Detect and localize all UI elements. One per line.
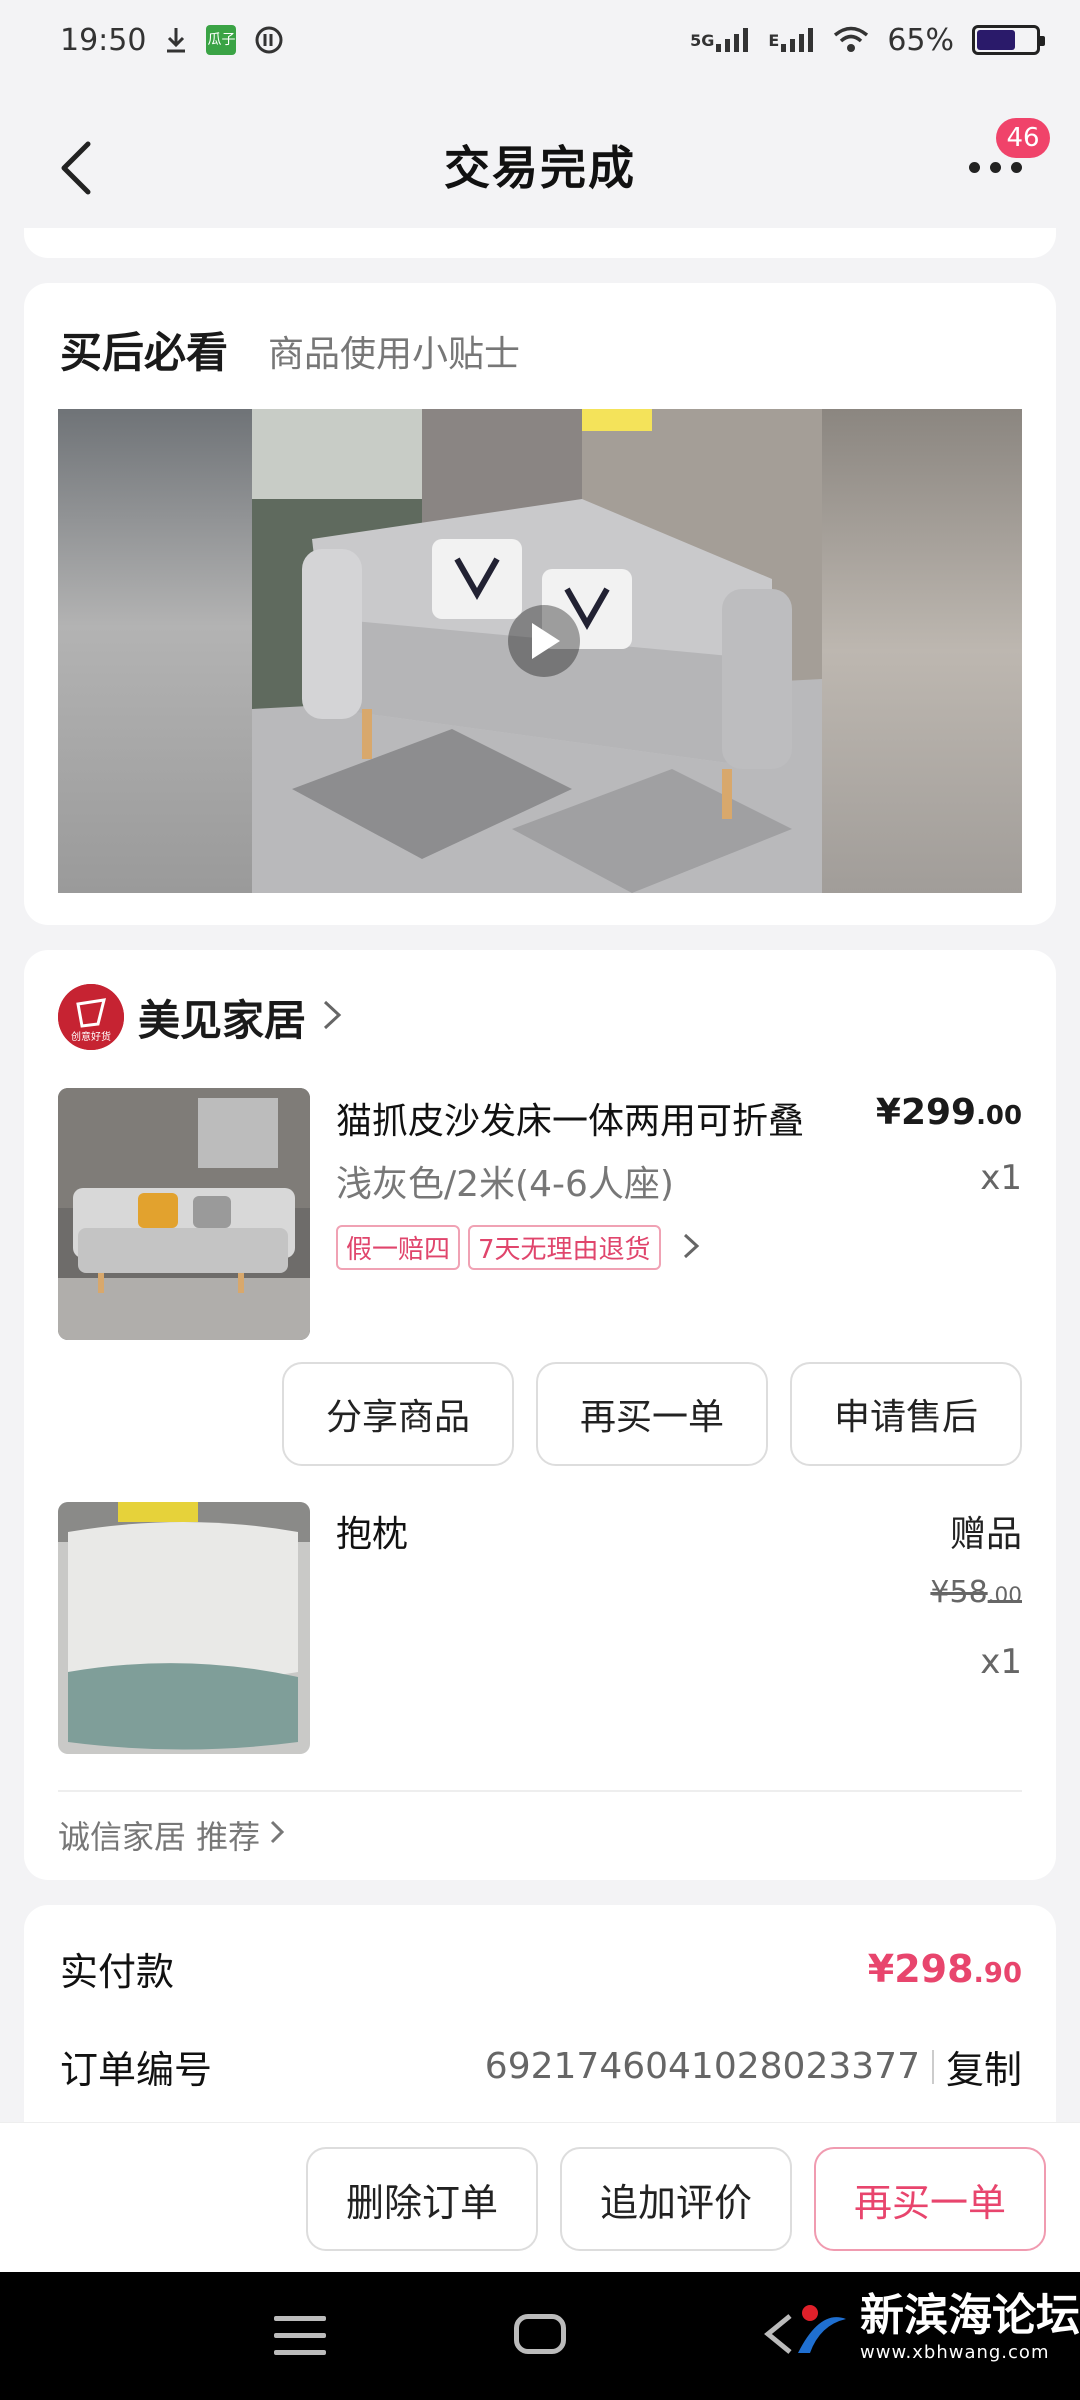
status-time: 19:50: [60, 22, 147, 58]
buy-again-button[interactable]: 再买一单: [814, 2147, 1046, 2251]
battery-icon: [972, 25, 1045, 55]
page-title: 交易完成: [444, 141, 636, 195]
divider: [58, 1790, 1022, 1792]
play-icon: [532, 623, 560, 659]
chevron-right-icon: [320, 998, 344, 1036]
message-count-badge: 46: [996, 118, 1050, 158]
paid-label: 实付款: [60, 1950, 175, 1994]
gift-price-int: ¥58: [930, 1575, 988, 1610]
shop-name[interactable]: 美见家居: [138, 987, 306, 1048]
system-nav-bar: 新滨海论坛 www.xbhwang.com: [0, 2272, 1080, 2400]
home-button[interactable]: [514, 2314, 566, 2354]
paid-int: ¥298: [867, 1946, 974, 1991]
paid-dec: .90: [973, 1957, 1022, 1989]
delete-order-button[interactable]: 删除订单: [306, 2147, 538, 2251]
paid-amount-row: 实付款 ¥298.90: [60, 1941, 1022, 1996]
forum-watermark: 新滨海论坛 www.xbhwang.com: [790, 2294, 1080, 2363]
chevron-right-icon: [681, 1231, 701, 1265]
copy-order-number-button[interactable]: 复制: [946, 2039, 1022, 2094]
dot-icon: [989, 161, 1001, 173]
order-number-label: 订单编号: [60, 2048, 213, 2092]
item-title[interactable]: 猫抓皮沙发床一体两用可折叠: [336, 1092, 826, 1144]
play-button[interactable]: [508, 605, 580, 677]
service-tags[interactable]: 假一赔四 7天无理由退货: [336, 1225, 701, 1270]
order-number-row: 订单编号 6921746041028023377 复制: [60, 2039, 1022, 2094]
tag-7-day-return: 7天无理由退货: [468, 1225, 661, 1270]
add-review-button[interactable]: 追加评价: [560, 2147, 792, 2251]
tag-fake-compensation: 假一赔四: [336, 1225, 461, 1270]
item-thumbnail-sofa[interactable]: [58, 1088, 310, 1340]
separator: [931, 2049, 934, 2084]
wifi-icon: [833, 26, 869, 54]
carousel-next-preview[interactable]: [822, 409, 1022, 893]
item-price-dec: .00: [976, 1101, 1022, 1131]
download-icon: [164, 26, 188, 54]
status-bar: 19:50 瓜子 5G E 65%: [0, 0, 1080, 80]
signal-5g-icon: 5G: [690, 28, 750, 52]
payment-info-card: 实付款 ¥298.90 订单编号 6921746041028023377 复制: [24, 1905, 1056, 2145]
tips-subtitle: 商品使用小贴士: [268, 334, 521, 375]
battery-percent: 65%: [887, 22, 954, 58]
page-header: 交易完成 46: [0, 100, 1080, 230]
recommend-label: 诚信家居 推荐: [58, 1818, 261, 1856]
shop-logo: 创意好货: [58, 984, 124, 1050]
order-number: 6921746041028023377: [484, 2046, 920, 2087]
gift-original-price: ¥58.00: [930, 1575, 1022, 1610]
dot-icon: [968, 161, 980, 173]
bottom-action-bar: 删除订单 追加评价 再买一单: [0, 2122, 1080, 2272]
item-price: ¥299.00: [876, 1092, 1022, 1133]
previous-card-stub: [24, 228, 1056, 258]
circle-status-icon: [254, 25, 284, 55]
video-carousel[interactable]: [58, 409, 1022, 893]
shop-recommend-link[interactable]: 诚信家居 推荐: [58, 1812, 286, 1858]
back-button[interactable]: [50, 138, 110, 198]
gift-item-title[interactable]: 抱枕: [336, 1505, 408, 1557]
forum-logo-icon: [790, 2299, 850, 2359]
buy-again-item-button[interactable]: 再买一单: [536, 1362, 768, 1466]
gift-quantity: x1: [980, 1642, 1022, 1682]
recent-apps-button[interactable]: [274, 2316, 326, 2356]
shop-logo-text: 创意好货: [71, 1032, 111, 1043]
paid-amount: ¥298.90: [868, 1947, 1022, 1991]
carousel-prev-preview[interactable]: [58, 409, 252, 893]
app-notification-icon: 瓜子: [206, 25, 237, 55]
chevron-left-icon: [61, 141, 91, 195]
tips-title: 买后必看: [60, 328, 229, 377]
forum-name: 新滨海论坛: [860, 2290, 1080, 2341]
item-action-buttons: 分享商品 再买一单 申请售后: [282, 1362, 1022, 1466]
share-item-button[interactable]: 分享商品: [282, 1362, 514, 1466]
gift-price-dec: .00: [987, 1583, 1022, 1608]
signal-e-icon: E: [768, 28, 815, 52]
after-sales-button[interactable]: 申请售后: [790, 1362, 1022, 1466]
shop-header[interactable]: 创意好货 美见家居: [58, 984, 344, 1050]
item-thumbnail-pillow[interactable]: [58, 1502, 310, 1754]
forum-url: www.xbhwang.com: [860, 2342, 1050, 2363]
order-items-card: 创意好货 美见家居 猫抓皮沙发床一体两用可折叠 ¥299.00 浅灰色/2米(4…: [24, 950, 1056, 1880]
item-quantity: x1: [980, 1158, 1022, 1198]
item-price-int: ¥299: [875, 1092, 977, 1133]
chevron-right-icon: [268, 1816, 286, 1854]
item-spec: 浅灰色/2米(4-6人座): [336, 1164, 674, 1205]
dot-icon: [1010, 161, 1022, 173]
gift-label: 赠品: [949, 1514, 1022, 1555]
usage-tips-card: 买后必看 商品使用小贴士: [24, 283, 1056, 925]
battery-fill: [977, 30, 1015, 50]
